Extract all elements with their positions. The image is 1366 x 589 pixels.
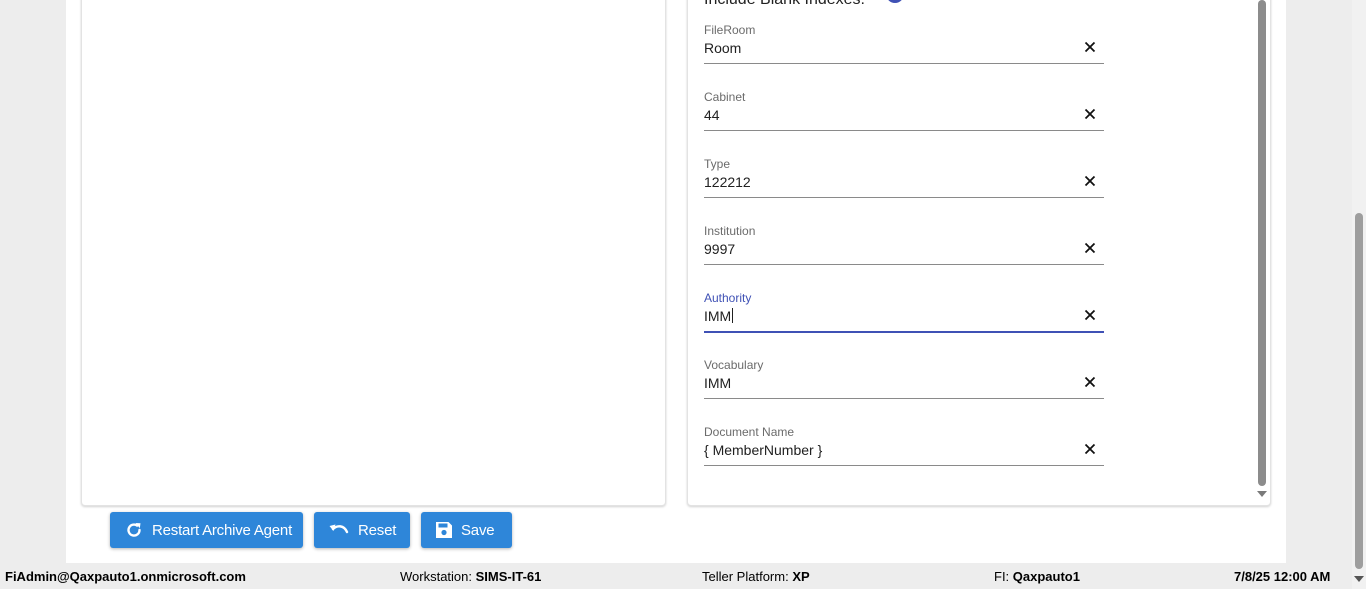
workstation-value: SIMS-IT-61 [475, 569, 542, 584]
teller-platform-info: Teller Platform: XP [702, 569, 810, 584]
document-name-label: Document Name [704, 425, 795, 439]
fi-info: FI: Qaxpauto1 [994, 569, 1080, 584]
cabinet-label: Cabinet [704, 90, 746, 104]
panel-scroll-thumb[interactable] [1258, 0, 1266, 486]
document-name-input[interactable]: { MemberNumber } [704, 442, 822, 458]
clear-icon[interactable] [1084, 443, 1096, 455]
datetime: 7/8/25 12:00 AM [1234, 569, 1331, 584]
signed-in-user: FiAdmin@Qaxpauto1.onmicrosoft.com [5, 569, 246, 584]
clear-icon[interactable] [1084, 175, 1096, 187]
vocabulary-field[interactable]: Vocabulary IMM [704, 358, 1104, 399]
type-field[interactable]: Type 122212 [704, 157, 1104, 198]
status-bar: FiAdmin@Qaxpauto1.onmicrosoft.com Workst… [0, 563, 1352, 589]
index-settings-panel: Include Blank Indexes: FileRoom Room Cab… [687, 0, 1271, 506]
teller-platform-value: XP [792, 569, 810, 584]
document-name-field[interactable]: Document Name { MemberNumber } [704, 425, 1104, 466]
type-input[interactable]: 122212 [704, 174, 751, 190]
include-blank-indexes-toggle[interactable] [886, 0, 904, 3]
clear-icon[interactable] [1084, 376, 1096, 388]
undo-icon [329, 524, 349, 534]
restart-icon [127, 523, 141, 537]
fileroom-field[interactable]: FileRoom Room [704, 23, 1104, 64]
save-icon [436, 522, 452, 538]
left-panel [81, 0, 666, 506]
type-label: Type [704, 157, 731, 171]
scroll-down-arrow-icon[interactable] [1257, 491, 1267, 497]
restart-archive-agent-button[interactable]: Restart Archive Agent [110, 512, 303, 548]
include-blank-indexes-label: Include Blank Indexes: [704, 0, 865, 9]
fi-label: FI: [994, 569, 1010, 584]
workstation-info: Workstation: SIMS-IT-61 [400, 569, 541, 584]
authority-label: Authority [704, 291, 752, 305]
cabinet-field[interactable]: Cabinet 44 [704, 90, 1104, 131]
authority-value: IMM [704, 308, 732, 324]
fileroom-input[interactable]: Room [704, 40, 741, 56]
clear-icon[interactable] [1084, 108, 1096, 120]
authority-field[interactable]: Authority IMM [704, 291, 1104, 333]
restart-archive-agent-label: Restart Archive Agent [152, 521, 293, 539]
authority-input[interactable]: IMM [704, 308, 734, 324]
clear-icon[interactable] [1084, 242, 1096, 254]
text-caret [732, 308, 734, 323]
cabinet-input[interactable]: 44 [704, 107, 720, 123]
fi-value: Qaxpauto1 [1012, 569, 1080, 584]
page-scroll-down-arrow-icon[interactable] [1354, 576, 1364, 582]
vocabulary-label: Vocabulary [704, 358, 764, 372]
workstation-label: Workstation: [400, 569, 473, 584]
institution-field[interactable]: Institution 9997 [704, 224, 1104, 265]
vocabulary-input[interactable]: IMM [704, 375, 731, 391]
save-label: Save [461, 521, 495, 539]
institution-label: Institution [704, 224, 756, 238]
clear-icon[interactable] [1084, 309, 1096, 321]
save-button[interactable]: Save [421, 512, 512, 548]
institution-input[interactable]: 9997 [704, 241, 735, 257]
reset-button[interactable]: Reset [314, 512, 410, 548]
fileroom-label: FileRoom [704, 23, 756, 37]
teller-platform-label: Teller Platform: [702, 569, 789, 584]
clear-icon[interactable] [1084, 41, 1096, 53]
page-scroll-thumb[interactable] [1355, 213, 1363, 569]
reset-label: Reset [358, 521, 397, 539]
